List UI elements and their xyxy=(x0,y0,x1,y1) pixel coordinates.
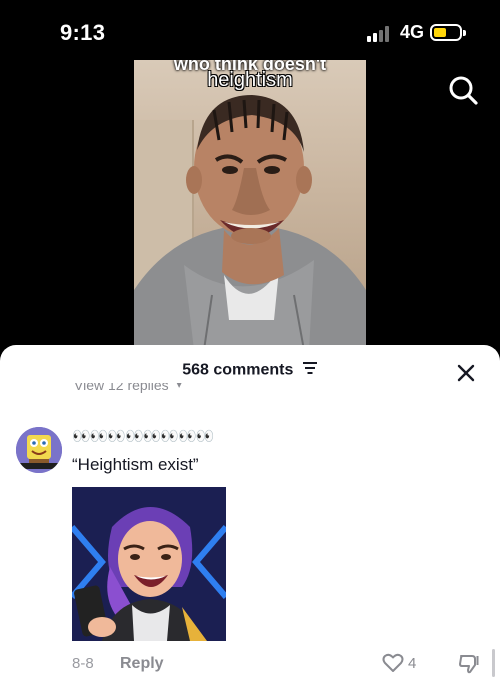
comment-count: 568 comments xyxy=(182,361,294,379)
thumbs-down-icon[interactable] xyxy=(458,653,480,675)
heart-icon[interactable] xyxy=(382,653,404,673)
battery-icon xyxy=(430,24,466,41)
view-replies-link[interactable]: View 12 replies ▾ xyxy=(74,383,182,401)
video-frame-person xyxy=(134,95,366,350)
close-icon[interactable] xyxy=(456,363,476,383)
filter-icon[interactable] xyxy=(302,361,318,380)
status-time: 9:13 xyxy=(60,20,106,45)
comments-sheet: 568 comments View 12 replies ▾ 👀👀👀👀👀👀👀👀 … xyxy=(0,345,500,680)
network-type: 4G xyxy=(400,22,425,42)
comment-sticker-image[interactable] xyxy=(72,487,226,641)
comment-username[interactable]: 👀👀👀👀👀👀👀👀 xyxy=(72,427,214,445)
search-icon[interactable] xyxy=(447,74,479,106)
scrollbar[interactable] xyxy=(492,649,495,677)
status-bar: 9:13 4G xyxy=(0,0,500,60)
chevron-down-icon: ▾ xyxy=(176,383,182,391)
like-count: 4 xyxy=(408,655,417,672)
signal-icon xyxy=(367,26,391,42)
view-replies-label: View 12 replies xyxy=(74,383,169,393)
comment-date: 8-8 xyxy=(72,655,94,672)
avatar[interactable] xyxy=(16,427,62,473)
comment-text: “Heightism exist” xyxy=(72,455,199,474)
reply-button[interactable]: Reply xyxy=(120,655,164,673)
video-player[interactable]: who think doesn't heightism xyxy=(134,60,366,350)
video-caption: heightism xyxy=(207,69,293,91)
